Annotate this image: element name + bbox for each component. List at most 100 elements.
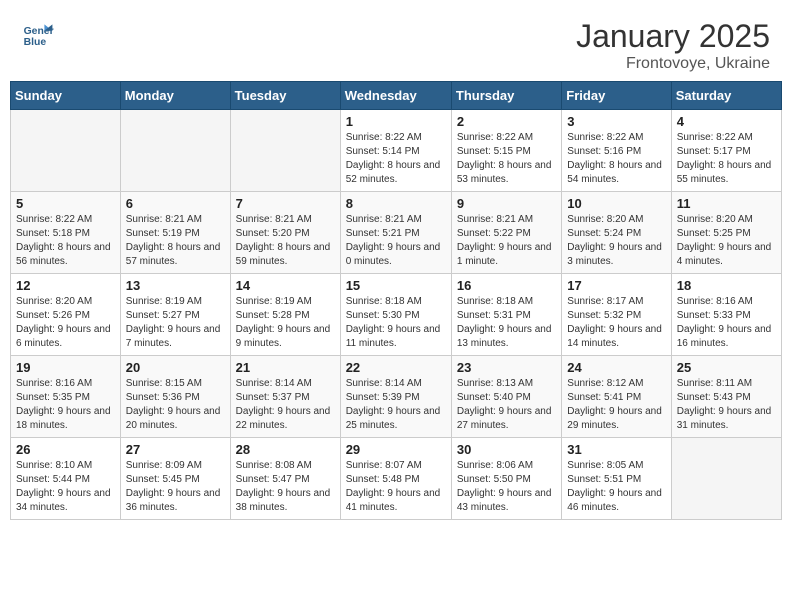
calendar-cell: 7 Sunrise: 8:21 AM Sunset: 5:20 PM Daylig… — [230, 192, 340, 274]
weekday-header: Thursday — [451, 82, 561, 110]
day-number: 26 — [16, 442, 115, 457]
day-number: 11 — [677, 196, 776, 211]
calendar-cell: 9 Sunrise: 8:21 AM Sunset: 5:22 PM Daylig… — [451, 192, 561, 274]
calendar-cell: 4 Sunrise: 8:22 AM Sunset: 5:17 PM Daylig… — [671, 110, 781, 192]
day-info: Sunrise: 8:22 AM Sunset: 5:15 PM Dayligh… — [457, 131, 556, 187]
calendar-cell: 15 Sunrise: 8:18 AM Sunset: 5:30 PM Dayli… — [340, 274, 451, 356]
day-number: 3 — [567, 114, 665, 129]
day-info: Sunrise: 8:21 AM Sunset: 5:19 PM Dayligh… — [126, 213, 225, 269]
weekday-header: Monday — [120, 82, 230, 110]
day-number: 7 — [236, 196, 335, 211]
day-number: 4 — [677, 114, 776, 129]
weekday-header: Saturday — [671, 82, 781, 110]
day-number: 18 — [677, 278, 776, 293]
day-info: Sunrise: 8:18 AM Sunset: 5:30 PM Dayligh… — [346, 295, 446, 351]
calendar-cell: 26 Sunrise: 8:10 AM Sunset: 5:44 PM Dayli… — [11, 438, 121, 520]
logo-icon: General Blue — [22, 18, 54, 50]
calendar-cell: 3 Sunrise: 8:22 AM Sunset: 5:16 PM Daylig… — [562, 110, 671, 192]
calendar-cell: 23Sunrise: 8:13 AM Sunset: 5:40 PM Dayli… — [451, 356, 561, 438]
calendar-week-row: 26 Sunrise: 8:10 AM Sunset: 5:44 PM Dayli… — [11, 438, 782, 520]
logo: General Blue — [22, 18, 54, 50]
calendar-cell — [120, 110, 230, 192]
day-info: Sunrise: 8:21 AM Sunset: 5:22 PM Dayligh… — [457, 213, 556, 269]
day-number: 6 — [126, 196, 225, 211]
day-number: 29 — [346, 442, 446, 457]
calendar-cell: 28Sunrise: 8:08 AM Sunset: 5:47 PM Dayli… — [230, 438, 340, 520]
day-info: Sunrise: 8:16 AM Sunset: 5:35 PM Dayligh… — [16, 377, 115, 433]
calendar-cell: 21 Sunrise: 8:14 AM Sunset: 5:37 PM Dayli… — [230, 356, 340, 438]
calendar-cell: 22 Sunrise: 8:14 AM Sunset: 5:39 PM Dayli… — [340, 356, 451, 438]
weekday-header: Sunday — [11, 82, 121, 110]
calendar-cell: 30Sunrise: 8:06 AM Sunset: 5:50 PM Dayli… — [451, 438, 561, 520]
day-info: Sunrise: 8:19 AM Sunset: 5:28 PM Dayligh… — [236, 295, 335, 351]
day-number: 12 — [16, 278, 115, 293]
weekday-header: Tuesday — [230, 82, 340, 110]
calendar-week-row: 5 Sunrise: 8:22 AM Sunset: 5:18 PM Daylig… — [11, 192, 782, 274]
day-info: Sunrise: 8:16 AM Sunset: 5:33 PM Dayligh… — [677, 295, 776, 351]
calendar-cell: 10 Sunrise: 8:20 AM Sunset: 5:24 PM Dayli… — [562, 192, 671, 274]
calendar-cell: 27Sunrise: 8:09 AM Sunset: 5:45 PM Dayli… — [120, 438, 230, 520]
calendar-cell: 6 Sunrise: 8:21 AM Sunset: 5:19 PM Daylig… — [120, 192, 230, 274]
day-info: Sunrise: 8:20 AM Sunset: 5:24 PM Dayligh… — [567, 213, 665, 269]
title-block: January 2025 Frontovoye, Ukraine — [576, 18, 770, 73]
calendar-cell — [671, 438, 781, 520]
calendar-cell: 29 Sunrise: 8:07 AM Sunset: 5:48 PM Dayli… — [340, 438, 451, 520]
day-info: Sunrise: 8:21 AM Sunset: 5:20 PM Dayligh… — [236, 213, 335, 269]
calendar-cell: 18 Sunrise: 8:16 AM Sunset: 5:33 PM Dayli… — [671, 274, 781, 356]
day-info: Sunrise: 8:08 AM Sunset: 5:47 PM Dayligh… — [236, 459, 335, 515]
day-info: Sunrise: 8:17 AM Sunset: 5:32 PM Dayligh… — [567, 295, 665, 351]
calendar-cell: 8Sunrise: 8:21 AM Sunset: 5:21 PM Daylig… — [340, 192, 451, 274]
day-info: Sunrise: 8:11 AM Sunset: 5:43 PM Dayligh… — [677, 377, 776, 433]
calendar-week-row: 1 Sunrise: 8:22 AM Sunset: 5:14 PM Daylig… — [11, 110, 782, 192]
calendar-cell: 5 Sunrise: 8:22 AM Sunset: 5:18 PM Daylig… — [11, 192, 121, 274]
day-number: 22 — [346, 360, 446, 375]
day-number: 25 — [677, 360, 776, 375]
day-info: Sunrise: 8:22 AM Sunset: 5:17 PM Dayligh… — [677, 131, 776, 187]
day-number: 15 — [346, 278, 446, 293]
calendar-cell: 13 Sunrise: 8:19 AM Sunset: 5:27 PM Dayli… — [120, 274, 230, 356]
day-info: Sunrise: 8:19 AM Sunset: 5:27 PM Dayligh… — [126, 295, 225, 351]
day-info: Sunrise: 8:21 AM Sunset: 5:21 PM Dayligh… — [346, 213, 446, 269]
day-info: Sunrise: 8:07 AM Sunset: 5:48 PM Dayligh… — [346, 459, 446, 515]
day-info: Sunrise: 8:09 AM Sunset: 5:45 PM Dayligh… — [126, 459, 225, 515]
day-info: Sunrise: 8:10 AM Sunset: 5:44 PM Dayligh… — [16, 459, 115, 515]
weekday-header: Wednesday — [340, 82, 451, 110]
day-info: Sunrise: 8:22 AM Sunset: 5:14 PM Dayligh… — [346, 131, 446, 187]
calendar-cell: 2Sunrise: 8:22 AM Sunset: 5:15 PM Daylig… — [451, 110, 561, 192]
day-number: 30 — [457, 442, 556, 457]
calendar-cell: 19 Sunrise: 8:16 AM Sunset: 5:35 PM Dayli… — [11, 356, 121, 438]
day-info: Sunrise: 8:20 AM Sunset: 5:25 PM Dayligh… — [677, 213, 776, 269]
calendar-week-row: 19 Sunrise: 8:16 AM Sunset: 5:35 PM Dayli… — [11, 356, 782, 438]
calendar-cell — [11, 110, 121, 192]
day-number: 17 — [567, 278, 665, 293]
day-number: 13 — [126, 278, 225, 293]
day-number: 9 — [457, 196, 556, 211]
day-info: Sunrise: 8:05 AM Sunset: 5:51 PM Dayligh… — [567, 459, 665, 515]
day-info: Sunrise: 8:20 AM Sunset: 5:26 PM Dayligh… — [16, 295, 115, 351]
calendar-cell: 25 Sunrise: 8:11 AM Sunset: 5:43 PM Dayli… — [671, 356, 781, 438]
day-info: Sunrise: 8:15 AM Sunset: 5:36 PM Dayligh… — [126, 377, 225, 433]
svg-text:Blue: Blue — [24, 37, 47, 48]
calendar-cell: 24Sunrise: 8:12 AM Sunset: 5:41 PM Dayli… — [562, 356, 671, 438]
day-number: 19 — [16, 360, 115, 375]
calendar-week-row: 12 Sunrise: 8:20 AM Sunset: 5:26 PM Dayli… — [11, 274, 782, 356]
weekday-header: Friday — [562, 82, 671, 110]
calendar-table: SundayMondayTuesdayWednesdayThursdayFrid… — [10, 81, 782, 520]
calendar-cell: 14Sunrise: 8:19 AM Sunset: 5:28 PM Dayli… — [230, 274, 340, 356]
day-info: Sunrise: 8:22 AM Sunset: 5:16 PM Dayligh… — [567, 131, 665, 187]
day-info: Sunrise: 8:14 AM Sunset: 5:37 PM Dayligh… — [236, 377, 335, 433]
page-header: General Blue January 2025 Frontovoye, Uk… — [10, 10, 782, 77]
day-number: 1 — [346, 114, 446, 129]
month-title: January 2025 — [576, 18, 770, 55]
calendar-cell: 31 Sunrise: 8:05 AM Sunset: 5:51 PM Dayli… — [562, 438, 671, 520]
day-number: 16 — [457, 278, 556, 293]
day-number: 31 — [567, 442, 665, 457]
day-number: 10 — [567, 196, 665, 211]
day-info: Sunrise: 8:14 AM Sunset: 5:39 PM Dayligh… — [346, 377, 446, 433]
day-info: Sunrise: 8:22 AM Sunset: 5:18 PM Dayligh… — [16, 213, 115, 269]
day-number: 21 — [236, 360, 335, 375]
day-number: 24 — [567, 360, 665, 375]
weekday-header-row: SundayMondayTuesdayWednesdayThursdayFrid… — [11, 82, 782, 110]
calendar-cell — [230, 110, 340, 192]
day-number: 5 — [16, 196, 115, 211]
